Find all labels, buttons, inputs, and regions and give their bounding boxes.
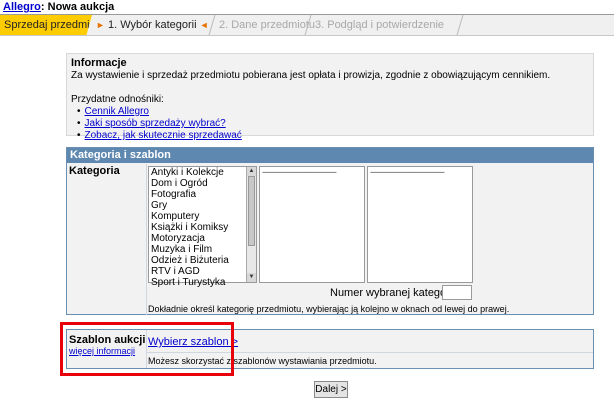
step-item-data-label: 2. Dane przedmiotu xyxy=(219,19,315,31)
scroll-down-icon[interactable]: ▼ xyxy=(247,273,256,282)
info-heading: Informacje xyxy=(71,57,127,69)
category-option[interactable]: Antyki i Kolekcje xyxy=(149,167,256,178)
list-item: Cennik Allegro xyxy=(77,106,589,118)
step-sell-tab[interactable]: Sprzedaj przedmiot xyxy=(0,15,92,35)
page-title-text: Nowa aukcja xyxy=(47,1,115,13)
category-list-level-2[interactable]: ------------------------------------- xyxy=(259,166,365,283)
steps-bar: Sprzedaj przedmiot ► 1. Wybór kategorii … xyxy=(0,15,614,36)
scroll-up-icon[interactable]: ▲ xyxy=(247,167,256,176)
step-preview-label: 3. Podgląd i potwierdzenie xyxy=(315,19,445,31)
scroll-thumb[interactable] xyxy=(248,176,255,246)
title-separator: : xyxy=(40,1,45,13)
page-title: Allegro: Nowa aukcja xyxy=(3,1,114,13)
step-category-label: 1. Wybór kategorii xyxy=(107,19,197,31)
step-item-data: 2. Dane przedmiotu xyxy=(219,15,315,35)
step-separator-icon xyxy=(304,15,312,35)
highlight-frame xyxy=(60,322,234,376)
category-option[interactable]: Gry xyxy=(149,200,256,211)
category-option[interactable]: Muzyka i Film xyxy=(149,244,256,255)
divider xyxy=(146,164,147,315)
category-panel: Kategoria i szablon Kategoria Antyki i K… xyxy=(66,147,594,315)
arrow-right-icon: ► xyxy=(96,20,105,30)
category-list-level-1[interactable]: Antyki i Kolekcje Dom i Ogród Fotografia… xyxy=(148,166,257,288)
info-box: Informacje Za wystawienie i sprzedaż prz… xyxy=(66,53,594,141)
category-option[interactable]: Motoryzacja xyxy=(149,233,256,244)
next-button[interactable]: Dalej > xyxy=(314,381,348,398)
category-option[interactable]: Dom i Ogród xyxy=(149,178,256,189)
category-hint: Dokładnie określ kategorię przedmiotu, w… xyxy=(148,304,510,314)
title-bar: Allegro: Nowa aukcja xyxy=(0,0,614,15)
category-number-label: Numer wybranej kategorii xyxy=(330,287,455,299)
step-category: ► 1. Wybór kategorii ◄ xyxy=(96,15,214,35)
sell-effectively-link[interactable]: Zobacz, jak skutecznie sprzedawać xyxy=(85,130,242,141)
category-option[interactable]: RTV i AGD xyxy=(149,266,256,277)
list-item: Zobacz, jak skutecznie sprzedawać xyxy=(77,130,589,142)
empty-placeholder-line: ------------------------------------- xyxy=(262,167,337,177)
category-option[interactable]: Sport i Turystyka xyxy=(149,277,256,288)
empty-placeholder-line: ------------------------------------- xyxy=(370,167,445,177)
category-list-level-3[interactable]: ------------------------------------- xyxy=(367,166,473,283)
category-option[interactable]: Fotografia xyxy=(149,189,256,200)
useful-links-list: Cennik Allegro Jaki sposób sprzedaży wyb… xyxy=(71,106,589,142)
category-panel-header: Kategoria i szablon xyxy=(67,148,593,163)
category-list-scrollbar[interactable]: ▲ ▼ xyxy=(246,167,256,282)
category-option[interactable]: Książki i Komiksy xyxy=(149,222,256,233)
sale-method-link[interactable]: Jaki sposób sprzedaży wybrać? xyxy=(85,118,226,129)
category-label: Kategoria xyxy=(69,165,120,177)
step-sell-label: Sprzedaj przedmiot xyxy=(4,19,99,31)
step-preview: 3. Podgląd i potwierdzenie xyxy=(315,15,444,35)
price-list-link[interactable]: Cennik Allegro xyxy=(85,106,149,117)
useful-links-label: Przydatne odnośniki: xyxy=(71,94,164,105)
category-number-input[interactable] xyxy=(442,285,472,300)
info-text: Za wystawienie i sprzedaż przedmiotu pob… xyxy=(71,70,551,81)
category-option[interactable]: Komputery xyxy=(149,211,256,222)
category-option[interactable]: Odzież i Biżuteria xyxy=(149,255,256,266)
step-separator-icon xyxy=(208,15,216,35)
allegro-link[interactable]: Allegro xyxy=(3,1,41,13)
step-separator-icon xyxy=(456,15,464,35)
list-item: Jaki sposób sprzedaży wybrać? xyxy=(77,118,589,130)
